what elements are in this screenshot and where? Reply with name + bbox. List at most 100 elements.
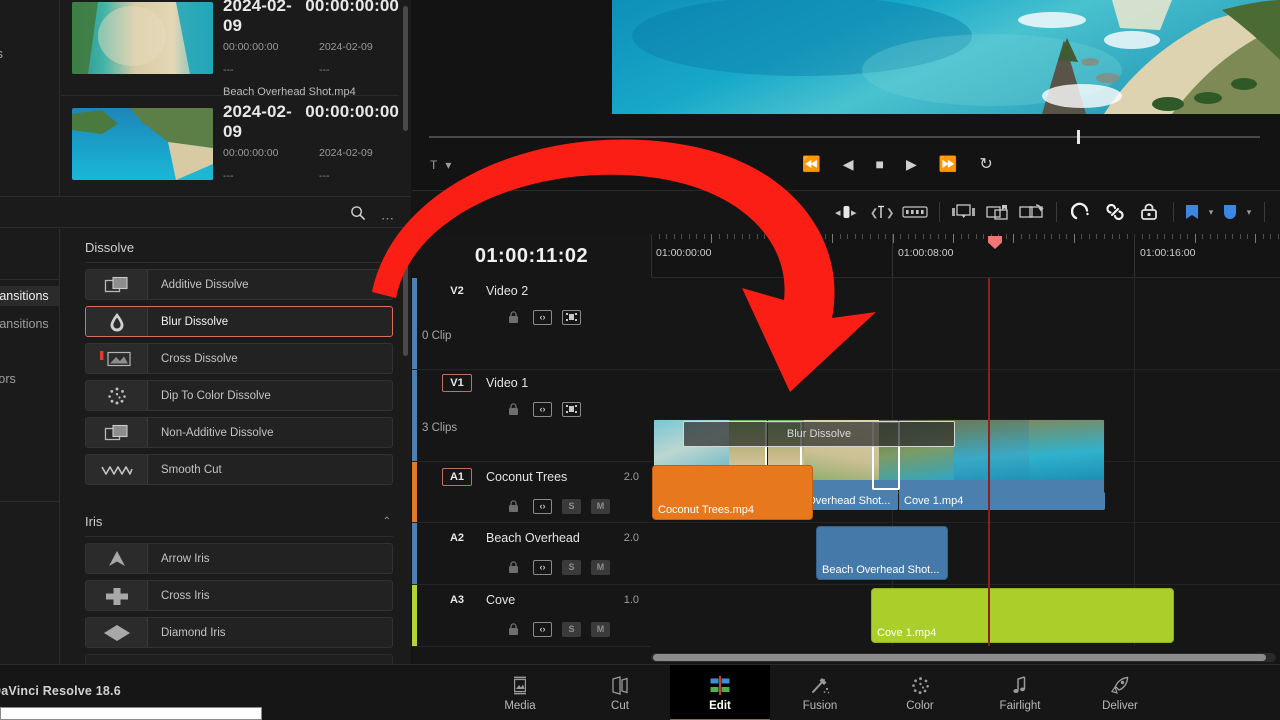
transition-item-additive-dissolve[interactable]: Additive Dissolve xyxy=(85,269,393,300)
track-enable-badge-a2[interactable]: A2 xyxy=(442,529,472,547)
transition-item-partial[interactable] xyxy=(85,654,393,664)
more-options-icon[interactable]: ⋯ xyxy=(381,211,395,227)
page-button-deliver[interactable]: Deliver xyxy=(1070,665,1170,720)
position-lock-icon[interactable] xyxy=(1015,197,1049,227)
transition-item-smooth-cut[interactable]: Smooth Cut xyxy=(85,454,393,485)
chevron-down-icon[interactable]: ▾ xyxy=(445,158,451,172)
track-header-a2[interactable]: A2 Beach Overhead 2.0 ‹› S M xyxy=(412,523,651,585)
auto-select-icon[interactable]: ‹› xyxy=(533,309,552,325)
search-icon[interactable] xyxy=(350,205,366,221)
previous-marker-icon[interactable]: ‹ xyxy=(582,158,586,173)
snapping-magnet-icon[interactable] xyxy=(1064,197,1098,227)
transitions-group-header-dissolve[interactable]: Dissolve xyxy=(85,229,393,263)
next-marker-icon[interactable]: › xyxy=(626,158,630,173)
playhead-handle[interactable] xyxy=(988,236,1002,249)
timeline-view-options-icon[interactable] xyxy=(432,200,454,222)
play-reverse-button[interactable]: ◀ xyxy=(843,156,854,173)
viewer-scrubber-handle[interactable] xyxy=(1077,130,1080,144)
timeline-ruler[interactable]: 01:00:00:00 01:00:08:00 01:00:16:00 xyxy=(651,234,1280,278)
lock-icon[interactable] xyxy=(504,310,523,325)
viewer-scrubber[interactable] xyxy=(429,130,1260,144)
chevron-up-icon[interactable]: ⌃ xyxy=(383,516,391,527)
transitions-group-header-iris[interactable]: Iris ⌃ xyxy=(85,503,393,537)
transitions-list[interactable]: Dissolve Additive Dissolve Blur Dissolve… xyxy=(61,229,411,664)
jump-to-start-button[interactable]: ⏪ xyxy=(802,155,821,173)
auto-select-icon[interactable]: ‹› xyxy=(533,401,552,417)
transition-item-blur-dissolve[interactable]: Blur Dissolve xyxy=(85,306,393,337)
timeline-horizontal-scrollbar[interactable] xyxy=(651,653,1276,662)
audio-clip-coconut-trees[interactable]: Coconut Trees.mp4 xyxy=(652,465,813,520)
track-name-a1[interactable]: Coconut Trees xyxy=(486,470,567,484)
track-name-v2[interactable]: Video 2 xyxy=(486,284,528,298)
drag-preview-blur-dissolve[interactable]: Blur Dissolve xyxy=(683,421,955,447)
page-button-fusion[interactable]: Fusion xyxy=(770,665,870,720)
solo-button[interactable]: S xyxy=(562,498,581,514)
page-button-fairlight[interactable]: Fairlight xyxy=(970,665,1070,720)
track-enable-badge-a1[interactable]: A1 xyxy=(442,468,472,486)
sidebar-item-audio-transitions[interactable]: Transitions xyxy=(0,314,55,334)
loop-button[interactable]: ↻ xyxy=(979,154,992,174)
track-enable-badge-v2[interactable]: V2 xyxy=(442,282,472,300)
snapping-icon[interactable] xyxy=(947,197,981,227)
chevron-down-icon[interactable]: ▾ xyxy=(1203,207,1219,218)
solo-button[interactable]: S xyxy=(562,559,581,575)
lock-icon[interactable] xyxy=(504,402,523,417)
stop-button[interactable]: ■ xyxy=(875,156,883,172)
timeline-lane-a3[interactable]: Cove 1.mp4 xyxy=(651,585,1280,646)
trim-edit-mode-icon[interactable]: ◂ ▸ xyxy=(830,197,864,227)
play-button[interactable]: ▶ xyxy=(906,156,917,173)
transition-item-dip-to-color-dissolve[interactable]: Dip To Color Dissolve xyxy=(85,380,393,411)
viewer-source-selector[interactable]: T ▾ xyxy=(430,158,451,172)
page-button-edit[interactable]: Edit xyxy=(670,665,770,720)
track-enable-badge-v1[interactable]: V1 xyxy=(442,374,472,392)
viewer-transport-controls[interactable]: ⏪ ◀ ■ ▶ ⏩ ↻ xyxy=(802,154,993,174)
dynamic-trim-mode-icon[interactable]: ❮ ❯ xyxy=(864,197,898,227)
page-button-cut[interactable]: Cut xyxy=(570,665,670,720)
mute-button[interactable]: M xyxy=(591,498,610,514)
track-header-v1[interactable]: V1 Video 1 ‹› 3 Clips xyxy=(412,370,651,462)
sidebar-item-video-transitions[interactable]: Transitions xyxy=(0,286,59,306)
media-pool-scrollbar[interactable] xyxy=(403,6,408,131)
track-header-a1[interactable]: A1 Coconut Trees 2.0 ‹› S M xyxy=(412,462,651,523)
track-name-a2[interactable]: Beach Overhead xyxy=(486,531,580,545)
razor-edit-mode-icon[interactable] xyxy=(898,197,932,227)
marker-color-icon[interactable] xyxy=(1219,197,1241,227)
lock-icon[interactable] xyxy=(504,499,523,514)
timeline-lane-a1[interactable]: Coconut Trees.mp4 xyxy=(651,462,1280,523)
lock-tracks-icon[interactable] xyxy=(1132,197,1166,227)
transition-item-diamond-iris[interactable]: Diamond Iris xyxy=(85,617,393,648)
lock-icon[interactable] xyxy=(504,560,523,575)
media-thumbnail[interactable] xyxy=(72,2,213,74)
media-thumbnail[interactable] xyxy=(72,108,213,180)
page-button-color[interactable]: Color xyxy=(870,665,970,720)
video-enable-icon[interactable] xyxy=(562,401,581,417)
solo-button[interactable]: S xyxy=(562,621,581,637)
jump-to-end-button[interactable]: ⏩ xyxy=(939,155,958,173)
media-pool-row[interactable]: 2024-02-09 00:00:00:00 00:00:00:00 2024-… xyxy=(61,96,399,196)
track-name-v1[interactable]: Video 1 xyxy=(486,376,528,390)
timeline-lane-v2[interactable] xyxy=(651,278,1280,370)
auto-select-icon[interactable]: ‹› xyxy=(533,621,552,637)
sidebar-item-generators[interactable]: ators xyxy=(0,369,22,389)
lock-icon[interactable] xyxy=(504,622,523,637)
link-clips-icon[interactable] xyxy=(1098,197,1132,227)
track-name-a3[interactable]: Cove xyxy=(486,593,515,607)
transition-item-cross-iris[interactable]: Cross Iris xyxy=(85,580,393,611)
mute-button[interactable]: M xyxy=(591,559,610,575)
mute-button[interactable]: M xyxy=(591,621,610,637)
playhead[interactable] xyxy=(988,278,990,646)
media-pool-row[interactable]: 2024-02-09 00:00:00:00 00:00:00:00 2024-… xyxy=(61,0,399,98)
viewer-marker-nav[interactable]: ‹ ● › xyxy=(582,156,630,175)
track-enable-badge-a3[interactable]: A3 xyxy=(442,591,472,609)
timeline-lane-v1[interactable]: Coconut Trees.mp4 Beach Overhead Shot...… xyxy=(651,370,1280,510)
media-pool-list[interactable]: ds ons xyxy=(0,0,411,196)
track-header-a3[interactable]: A3 Cove 1.0 ‹› S M xyxy=(412,585,651,647)
timeline-clip-area[interactable]: Coconut Trees.mp4 Beach Overhead Shot...… xyxy=(651,278,1280,646)
track-header-v2[interactable]: V2 Video 2 ‹› 0 Clip xyxy=(412,278,651,370)
video-enable-icon[interactable] xyxy=(562,309,581,325)
flag-clip-icon[interactable] xyxy=(981,197,1015,227)
chevron-down-icon[interactable]: ▾ xyxy=(1241,207,1257,218)
transition-item-non-additive-dissolve[interactable]: Non-Additive Dissolve xyxy=(85,417,393,448)
timeline-lane-a2[interactable]: Beach Overhead Shot... xyxy=(651,523,1280,585)
auto-select-icon[interactable]: ‹› xyxy=(533,559,552,575)
